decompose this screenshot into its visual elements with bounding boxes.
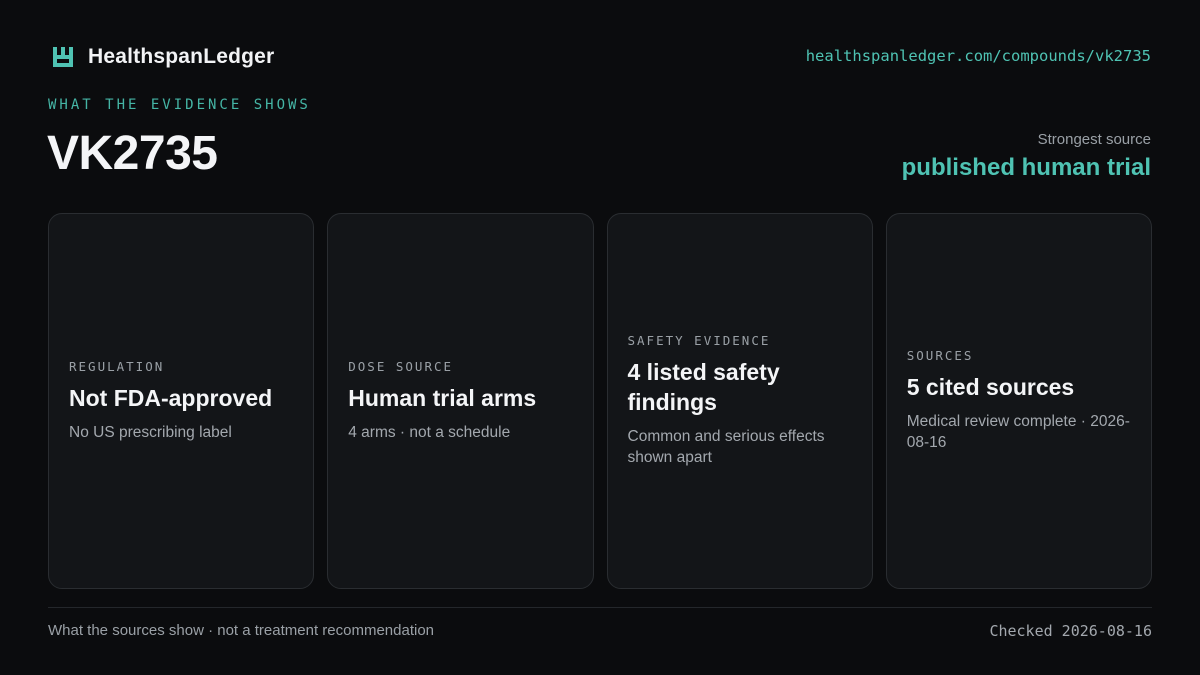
card-value: 4 listed safety findings xyxy=(627,358,780,415)
card-eyebrow: SAFETY EVIDENCE xyxy=(627,332,771,348)
brand[interactable]: HealthspanLedger xyxy=(50,44,274,70)
page-url[interactable]: healthspanledger.com/compounds/vk2735 xyxy=(806,47,1151,65)
strongest-source-label: Strongest source xyxy=(1037,131,1151,148)
card-regulation: REGULATION Not FDA-approved No US prescr… xyxy=(48,213,315,589)
card-value: 5 cited sources xyxy=(906,373,1075,400)
card-note: Common and serious effects shown apart xyxy=(627,427,825,467)
strongest-source: Strongest source published human trial xyxy=(902,131,1151,182)
card-eyebrow: REGULATION xyxy=(69,358,165,374)
strongest-source-value: published human trial xyxy=(901,154,1151,181)
ledger-logo-icon xyxy=(53,47,73,67)
card-note: No US prescribing label xyxy=(69,423,232,441)
footer-disclaimer: What the sources show · not a treatment … xyxy=(48,622,435,639)
card-eyebrow: DOSE SOURCE xyxy=(348,358,454,374)
checked-date: Checked 2026-08-16 xyxy=(989,622,1152,640)
card-note: Medical review complete · 2026-08-16 xyxy=(906,412,1130,452)
footer-divider xyxy=(48,607,1152,608)
card-dose-source: DOSE SOURCE Human trial arms 4 arms · no… xyxy=(327,213,594,589)
evidence-cards: REGULATION Not FDA-approved No US prescr… xyxy=(48,213,1152,589)
card-safety-evidence: SAFETY EVIDENCE 4 listed safety findings… xyxy=(606,213,873,589)
section-eyebrow: WHAT THE EVIDENCE SHOWS xyxy=(48,97,311,113)
brand-name: HealthspanLedger xyxy=(88,45,275,68)
card-value: Human trial arms xyxy=(348,384,537,411)
card-sources: SOURCES 5 cited sources Medical review c… xyxy=(885,213,1152,589)
card-note: 4 arms · not a schedule xyxy=(348,423,511,441)
card-eyebrow: SOURCES xyxy=(906,347,974,363)
page-title: VK2735 xyxy=(47,127,218,180)
card-value: Not FDA-approved xyxy=(69,384,273,411)
